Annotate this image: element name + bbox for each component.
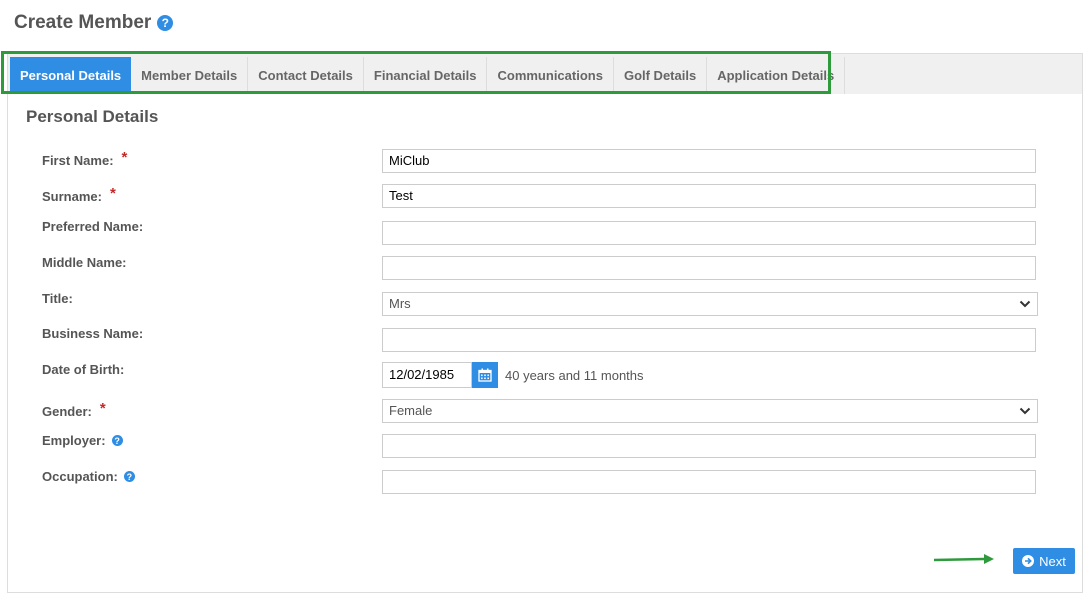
tab-member-details[interactable]: Member Details [131,57,249,94]
next-button-label: Next [1039,553,1066,569]
employer-label: Employer: ? [42,433,123,448]
occupation-label: Occupation: ? [42,469,135,484]
required-marker: * [99,400,106,417]
tab-contact-details[interactable]: Contact Details [248,57,364,94]
tab-financial-details[interactable]: Financial Details [364,57,488,94]
surname-input[interactable]: Test [382,184,1036,208]
help-icon[interactable]: ? [111,435,123,446]
business-name-label: Business Name: [42,326,143,341]
first-name-input[interactable]: MiClub [382,149,1036,173]
occupation-label-text: Occupation: [42,469,118,484]
annotation-arrow-icon [933,554,994,564]
dob-input[interactable]: 12/02/1985 [382,362,472,388]
next-button[interactable]: Next [1013,548,1075,574]
dob-label-text: Date of Birth: [42,362,125,377]
section-title: Personal Details [26,107,159,126]
help-icon[interactable]: ? [157,15,174,31]
tab-list: Personal Details Member Details Contact … [10,57,846,94]
dob-label: Date of Birth: [42,362,124,377]
gender-select-value: Female [389,403,433,418]
chevron-down-icon [1019,300,1031,308]
calendar-icon [478,368,492,382]
gender-label-text: Gender: [42,404,92,419]
gender-select[interactable]: Female [382,399,1038,423]
title-label-text: Title: [42,291,73,306]
required-marker: * [109,185,116,202]
title-label: Title: [42,291,73,306]
surname-label: Surname: * [42,185,116,205]
title-select[interactable]: Mrs [382,292,1038,316]
middle-name-label: Middle Name: [42,255,127,270]
preferred-name-label: Preferred Name: [42,219,143,234]
surname-label-text: Surname: [42,189,102,204]
tab-communications[interactable]: Communications [487,57,614,94]
occupation-input[interactable] [382,470,1036,494]
age-text: 40 years and 11 months [505,368,644,383]
preferred-name-label-text: Preferred Name: [42,219,144,234]
page-title-text: Create Member [14,12,152,33]
employer-label-text: Employer: [42,433,106,448]
gender-label: Gender: * [42,400,106,420]
form-panel: Personal Details Member Details Contact … [7,53,1083,593]
middle-name-input[interactable] [382,256,1036,280]
employer-input[interactable] [382,434,1036,458]
tab-application-details[interactable]: Application Details [707,57,846,94]
business-name-input[interactable] [382,328,1036,352]
help-icon[interactable]: ? [123,471,135,482]
arrow-right-icon [1022,555,1035,567]
calendar-button[interactable] [472,362,498,388]
page-title: Create Member ? [14,12,174,34]
first-name-label: First Name: * [42,149,128,169]
first-name-label-text: First Name: [42,153,114,168]
tab-golf-details[interactable]: Golf Details [614,57,708,94]
middle-name-label-text: Middle Name: [42,255,127,270]
business-name-label-text: Business Name: [42,326,144,341]
required-marker: * [121,149,128,166]
tab-personal-details[interactable]: Personal Details [10,57,132,94]
chevron-down-icon [1019,407,1031,415]
preferred-name-input[interactable] [382,221,1036,245]
title-select-value: Mrs [389,296,411,311]
tab-bar: Personal Details Member Details Contact … [8,54,1082,94]
